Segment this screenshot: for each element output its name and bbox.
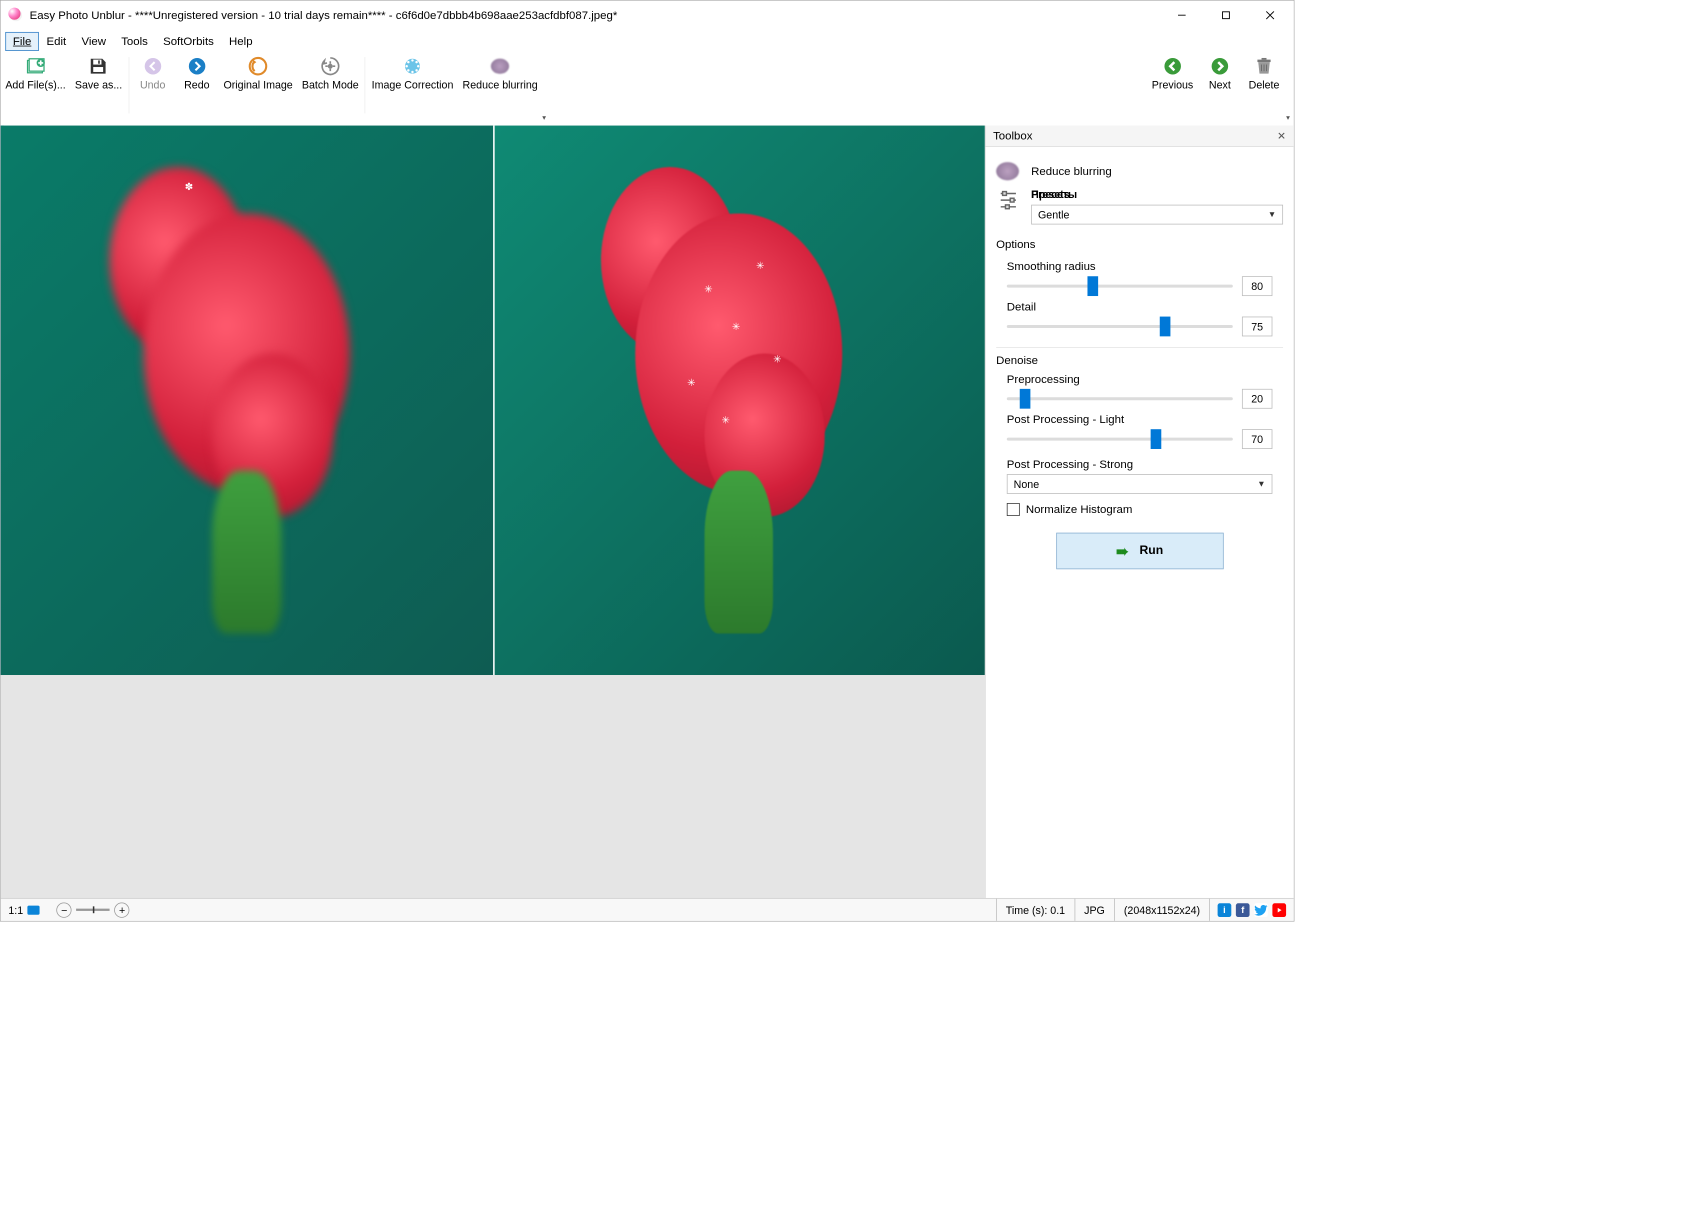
presets-icon xyxy=(996,188,1020,212)
add-files-icon xyxy=(25,56,46,77)
zoom-out-button[interactable]: − xyxy=(57,902,72,917)
smoothing-label: Smoothing radius xyxy=(1007,260,1273,273)
zoom-ratio[interactable]: 1:1 xyxy=(8,904,23,916)
minimize-button[interactable] xyxy=(1160,1,1204,30)
image-before: ✽ xyxy=(1,126,493,675)
preprocessing-slider[interactable] xyxy=(1007,397,1233,400)
youtube-icon[interactable] xyxy=(1272,903,1286,917)
window-title: Easy Photo Unblur - ****Unregistered ver… xyxy=(30,9,1160,22)
menubar: File Edit View Tools SoftOrbits Help xyxy=(1,30,1294,53)
batch-mode-icon xyxy=(320,56,341,77)
post-light-label: Post Processing - Light xyxy=(1007,413,1273,426)
previous-icon xyxy=(1162,56,1183,77)
status-format: JPG xyxy=(1074,899,1114,921)
add-files-button[interactable]: Add File(s)... xyxy=(1,53,71,92)
close-button[interactable] xyxy=(1248,1,1292,30)
info-icon[interactable]: i xyxy=(1218,903,1232,917)
original-image-button[interactable]: Original Image xyxy=(219,53,297,92)
toolbar-more-chevron-icon[interactable]: ▾ xyxy=(542,114,550,125)
canvas-empty-area xyxy=(1,675,985,898)
post-strong-combo[interactable]: None ▼ xyxy=(1007,474,1273,494)
menu-view[interactable]: View xyxy=(74,32,114,51)
next-icon xyxy=(1209,56,1230,77)
options-label: Options xyxy=(996,232,1283,254)
normalize-histogram-label: Normalize Histogram xyxy=(1026,503,1133,516)
reduce-blurring-label: Reduce blurring xyxy=(1031,165,1112,178)
batch-mode-button[interactable]: Batch Mode xyxy=(297,53,363,92)
denoise-label: Denoise xyxy=(996,348,1283,370)
app-icon xyxy=(8,8,23,23)
image-correction-button[interactable]: Image Correction xyxy=(367,53,458,92)
menu-file[interactable]: File xyxy=(5,32,39,51)
run-button[interactable]: ➠ Run xyxy=(1056,533,1223,570)
toolbox-header: Toolbox ✕ xyxy=(985,126,1293,147)
trash-icon xyxy=(1253,56,1274,77)
undo-button[interactable]: Undo xyxy=(131,53,175,92)
post-light-value[interactable]: 70 xyxy=(1242,429,1272,449)
presets-combo[interactable]: Gentle ▼ xyxy=(1031,205,1283,225)
detail-value[interactable]: 75 xyxy=(1242,317,1272,337)
reduce-blurring-icon xyxy=(489,56,510,77)
toolbar: Add File(s)... Save as... Undo Redo Orig… xyxy=(1,53,1294,126)
status-time: Time (s): 0.1 xyxy=(996,899,1074,921)
undo-icon xyxy=(142,56,163,77)
save-icon xyxy=(88,56,109,77)
original-image-icon xyxy=(247,56,268,77)
chevron-down-icon: ▼ xyxy=(1268,210,1276,219)
toolbox-close-icon[interactable]: ✕ xyxy=(1277,129,1286,142)
reduce-blurring-button[interactable]: Reduce blurring xyxy=(458,53,542,92)
delete-button[interactable]: Delete xyxy=(1242,53,1286,92)
titlebar: Easy Photo Unblur - ****Unregistered ver… xyxy=(1,1,1294,30)
redo-icon xyxy=(186,56,207,77)
detail-slider[interactable] xyxy=(1007,325,1233,328)
smoothing-value[interactable]: 80 xyxy=(1242,276,1272,296)
menu-help[interactable]: Help xyxy=(221,32,260,51)
twitter-icon[interactable] xyxy=(1254,903,1268,917)
facebook-icon[interactable]: f xyxy=(1236,903,1250,917)
status-dimensions: (2048x1152x24) xyxy=(1114,899,1209,921)
save-as-button[interactable]: Save as... xyxy=(70,53,127,92)
toolbox-panel: Toolbox ✕ Reduce blurring xyxy=(985,126,1294,898)
next-button[interactable]: Next xyxy=(1198,53,1242,92)
zoom-in-button[interactable]: + xyxy=(115,902,130,917)
statusbar: 1:1 − + Time (s): 0.1 JPG (2048x1152x24)… xyxy=(1,898,1294,921)
redo-button[interactable]: Redo xyxy=(175,53,219,92)
maximize-button[interactable] xyxy=(1204,1,1248,30)
preprocessing-value[interactable]: 20 xyxy=(1242,389,1272,409)
post-light-slider[interactable] xyxy=(1007,438,1233,441)
canvas-area[interactable]: ✽ ✳ ✳ ✳ ✳ ✳ ✳ xyxy=(1,126,985,898)
detail-label: Detail xyxy=(1007,301,1273,314)
post-strong-label: Post Processing - Strong xyxy=(1007,458,1273,471)
menu-edit[interactable]: Edit xyxy=(39,32,74,51)
previous-button[interactable]: Previous xyxy=(1147,53,1198,92)
zoom-slider[interactable] xyxy=(76,909,109,911)
reduce-blurring-thumb-icon xyxy=(996,162,1019,180)
normalize-histogram-checkbox[interactable] xyxy=(1007,503,1020,516)
presets-label: Пресеты Presets xyxy=(1031,188,1283,202)
fit-screen-icon[interactable] xyxy=(28,905,40,914)
image-after: ✳ ✳ ✳ ✳ ✳ ✳ xyxy=(493,126,985,675)
menu-softorbits[interactable]: SoftOrbits xyxy=(155,32,221,51)
toolbox-title: Toolbox xyxy=(993,129,1032,142)
run-arrow-icon: ➠ xyxy=(1116,541,1129,560)
image-compare[interactable]: ✽ ✳ ✳ ✳ ✳ ✳ ✳ xyxy=(1,126,985,675)
chevron-down-icon: ▼ xyxy=(1257,479,1265,488)
smoothing-slider[interactable] xyxy=(1007,285,1233,288)
preprocessing-label: Preprocessing xyxy=(1007,373,1273,386)
toolbar-right-chevron-icon[interactable]: ▾ xyxy=(1286,114,1294,125)
image-correction-icon xyxy=(402,56,423,77)
compare-divider[interactable] xyxy=(493,126,495,675)
menu-tools[interactable]: Tools xyxy=(114,32,156,51)
